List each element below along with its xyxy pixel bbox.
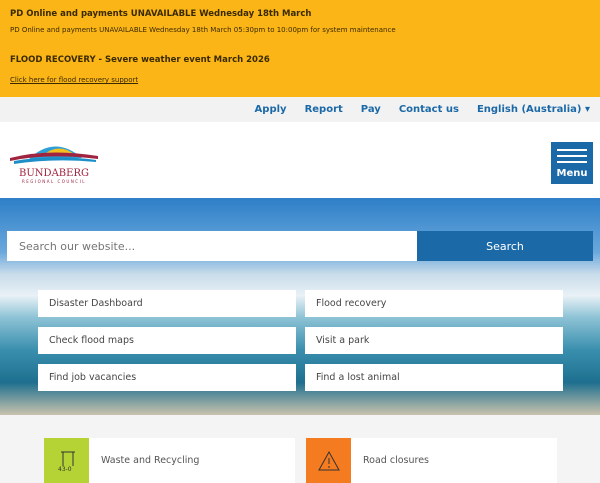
flood-recovery-link[interactable]: Click here for flood recovery support xyxy=(10,76,590,84)
logo-name: BUNDABERG xyxy=(19,168,89,179)
logo[interactable]: BUNDABERG REGIONAL COUNCIL xyxy=(8,140,100,184)
quick-link[interactable]: Find a lost animal xyxy=(305,364,563,391)
quick-links: Disaster Dashboard Flood recovery Check … xyxy=(38,290,563,391)
nav-contact[interactable]: Contact us xyxy=(399,104,459,115)
menu-button[interactable]: Menu xyxy=(551,142,593,184)
search-input[interactable] xyxy=(7,231,417,261)
alert-text: PD Online and payments UNAVAILABLE Wedne… xyxy=(10,26,396,34)
bin-icon: 43-0 xyxy=(44,438,89,483)
svg-text:43-0: 43-0 xyxy=(58,466,72,473)
quick-link[interactable]: Visit a park xyxy=(305,327,563,354)
alert-title: PD Online and payments UNAVAILABLE Wedne… xyxy=(10,9,312,19)
logo-graphic xyxy=(10,146,98,164)
alert-banner: PD Online and payments UNAVAILABLE Wedne… xyxy=(0,0,600,97)
tile-label: Waste and Recycling xyxy=(101,455,200,466)
quick-link[interactable]: Flood recovery xyxy=(305,290,563,317)
tile-road-closures[interactable]: Road closures xyxy=(306,438,557,483)
tile-label: Road closures xyxy=(363,455,429,466)
header: BUNDABERG REGIONAL COUNCIL Menu xyxy=(0,122,600,198)
warning-icon xyxy=(306,438,351,483)
alert-title: FLOOD RECOVERY - Severe weather event Ma… xyxy=(10,55,270,65)
menu-label: Menu xyxy=(556,168,588,179)
tile-waste[interactable]: 43-0 Waste and Recycling xyxy=(44,438,295,483)
service-tiles: 43-0 Waste and Recycling Road closures xyxy=(44,438,557,483)
hero: Search Disaster Dashboard Flood recovery… xyxy=(0,198,600,415)
utility-nav: Apply Report Pay Contact us English (Aus… xyxy=(0,97,600,122)
quick-link[interactable]: Disaster Dashboard xyxy=(38,290,296,317)
quick-link[interactable]: Check flood maps xyxy=(38,327,296,354)
hamburger-icon xyxy=(557,149,587,151)
search-button[interactable]: Search xyxy=(417,231,593,261)
language-select[interactable]: English (Australia) ▾ xyxy=(477,104,590,115)
search-bar: Search xyxy=(7,231,593,261)
nav-pay[interactable]: Pay xyxy=(361,104,381,115)
quick-link[interactable]: Find job vacancies xyxy=(38,364,296,391)
nav-apply[interactable]: Apply xyxy=(255,104,287,115)
logo-subtitle: REGIONAL COUNCIL xyxy=(21,179,87,184)
nav-report[interactable]: Report xyxy=(305,104,343,115)
